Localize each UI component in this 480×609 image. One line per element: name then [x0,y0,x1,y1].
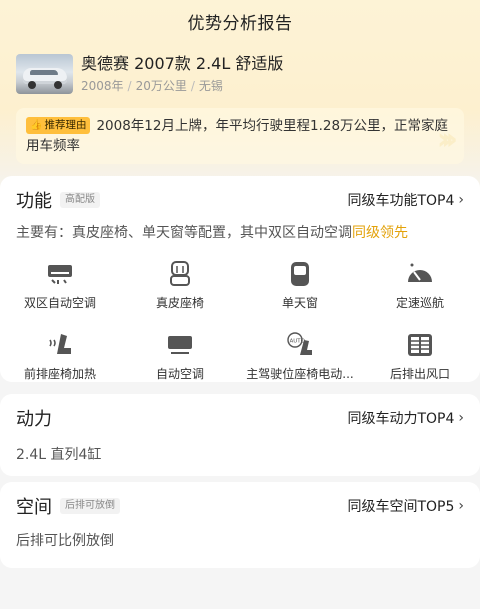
space-rank-label: 同级车空间TOP5 [347,499,455,515]
car-thumbnail [16,54,73,94]
chevron-right-icon: › [458,410,464,426]
function-title: 功能 [16,191,52,212]
feature-label: 单天窗 [281,296,318,310]
space-tag: 后排可放倒 [60,498,120,514]
feature-item[interactable]: 真皮座椅 [120,260,240,311]
feature-item[interactable]: AUTO 主驾驶位座椅电动... [240,331,360,382]
feature-label: 真皮座椅 [155,296,204,310]
space-desc: 后排可比例放倒 [16,533,114,549]
car-info: 奥德赛 2007款 2.4L 舒适版 2008年/20万公里 / 无锡 [81,54,283,94]
feature-item[interactable]: 自动空调 [120,331,240,382]
leather-seat-icon [166,260,194,288]
feature-item[interactable]: 后排出风口 [360,331,480,382]
page-title: 优势分析报告 [187,13,293,34]
function-card: 功能 高配版 同级车功能TOP4 › 主要有：真皮座椅、单天窗等配置，其中双区自… [0,176,480,382]
space-title: 空间 [16,497,52,518]
feature-label: 自动空调 [155,367,204,381]
recommend-reason: ››› 👍 推荐理由 2008年12月上牌，年平均行驶里程1.28万公里，正常家庭用… [16,108,464,164]
page-header: 优势分析报告 [0,0,480,42]
seat-heat-icon [46,331,74,359]
feature-item[interactable]: 定速巡航 [360,260,480,311]
rear-vent-icon [406,331,434,359]
power-title: 动力 [16,409,52,430]
car-city: 无锡 [198,79,223,93]
reason-text-block: 👍 推荐理由 2008年12月上牌，年平均行驶里程1.28万公里，正常家庭用车频率 [26,116,452,156]
feature-label: 主驾驶位座椅电动... [246,367,354,381]
power-desc: 2.4L 直列4缸 [16,447,102,463]
space-card: 空间 后排可放倒 同级车空间TOP5 › 后排可比例放倒 [0,482,480,568]
function-rank-label: 同级车功能TOP4 [347,193,455,209]
car-year: 2008年 [81,79,124,93]
function-desc: 主要有：真皮座椅、单天窗等配置，其中双区自动空调同级领先 [16,222,408,242]
recommend-badge-label: 推荐理由 [44,119,87,131]
thumbs-up-icon: 👍 [30,120,43,131]
car-name: 奥德赛 2007款 2.4L 舒适版 [81,54,284,73]
function-rank-link[interactable]: 同级车功能TOP4 › [347,190,464,210]
feature-item[interactable]: 前排座椅加热 [0,331,120,382]
dual-ac-icon [46,260,74,288]
feature-label: 双区自动空调 [23,296,96,310]
chevron-right-icon: › [458,192,464,208]
power-seat-icon: AUTO [286,331,314,359]
car-summary[interactable]: 奥德赛 2007款 2.4L 舒适版 2008年/20万公里 / 无锡 [16,52,466,96]
feature-item[interactable]: 双区自动空调 [0,260,120,311]
car-meta: 2008年/20万公里 / 无锡 [81,79,223,93]
feature-label: 前排座椅加热 [23,367,96,381]
car-mileage: 20万公里 [135,79,187,93]
sunroof-icon [286,260,314,288]
feature-item[interactable]: 单天窗 [240,260,360,311]
feature-label: 后排出风口 [389,367,450,381]
power-card: 动力 同级车动力TOP4 › 2.4L 直列4缸 [0,394,480,476]
recommend-badge: 👍 推荐理由 [26,117,91,134]
cruise-icon [406,260,434,288]
chevron-right-icon: › [458,498,464,514]
function-desc-text: 主要有：真皮座椅、单天窗等配置，其中双区自动空调 [16,225,352,241]
power-rank-label: 同级车动力TOP4 [347,411,455,427]
space-rank-link[interactable]: 同级车空间TOP5 › [347,496,464,516]
function-tag: 高配版 [60,192,100,208]
feature-grid: 双区自动空调 真皮座椅 单天窗 定速巡航 前排座椅加热 自动空调 AUTO 主驾… [0,260,480,382]
auto-ac-icon [166,331,194,359]
power-rank-link[interactable]: 同级车动力TOP4 › [347,408,464,428]
feature-label: 定速巡航 [395,296,444,310]
function-desc-highlight: 同级领先 [352,225,408,241]
